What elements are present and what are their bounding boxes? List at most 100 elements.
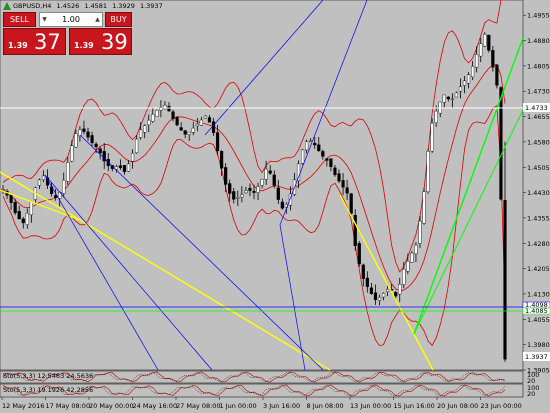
candle-body <box>236 197 240 199</box>
candle-body <box>187 131 191 135</box>
buy-price-box[interactable]: 1.39 39 <box>69 28 132 55</box>
white-line-marker-label: 1.4733 <box>525 104 548 112</box>
candle-body <box>361 264 365 279</box>
candle-body <box>41 175 46 180</box>
time-tick-label: 20 May 00:00 <box>89 402 134 410</box>
candle-body <box>224 167 228 185</box>
candle-body <box>17 211 21 220</box>
candle-body <box>155 110 159 117</box>
price-tick-label: 1.4805 <box>527 62 550 70</box>
price-chart[interactable]: 1.4955 1.4880 1.4805 1.4730 1.4655 1.4580 1.45… <box>0 0 550 413</box>
candle-body <box>300 149 305 164</box>
price-tick-label: 1.4205 <box>527 265 550 273</box>
candle-body <box>139 129 143 138</box>
candle-body <box>248 187 252 191</box>
candle-body <box>195 123 199 127</box>
symbol-name: GBPUSD,H4 <box>13 2 52 10</box>
candle-body <box>13 201 17 213</box>
candle-body <box>9 195 13 203</box>
candle-body <box>244 190 248 194</box>
lot-size-field[interactable]: ▼ 1.00 ▲ <box>39 12 103 27</box>
candle-body <box>479 43 483 57</box>
candle-body <box>450 98 454 100</box>
candle-body <box>398 284 402 295</box>
buy-button[interactable]: BUY <box>105 12 132 27</box>
lot-decrease-icon[interactable]: ▼ <box>40 16 49 23</box>
one-click-trading-icon[interactable] <box>3 2 11 10</box>
price-tick-label: 1.3980 <box>527 341 550 349</box>
candle-body <box>305 141 309 151</box>
candle-body <box>191 127 195 133</box>
lot-increase-icon[interactable]: ▲ <box>93 16 102 23</box>
lot-size-value[interactable]: 1.00 <box>49 15 93 24</box>
candle-body <box>337 173 341 182</box>
candle-body <box>329 158 333 167</box>
price-tick-label: 1.4055 <box>527 316 550 324</box>
price-axis: 1.4955 1.4880 1.4805 1.4730 1.4655 1.4580 1.45… <box>523 12 550 375</box>
candle-body <box>410 252 414 263</box>
candle-body <box>54 195 58 198</box>
candle-body <box>402 269 406 285</box>
sell-price-box[interactable]: 1.39 37 <box>3 28 66 55</box>
candle-body <box>122 165 127 172</box>
price-tick-label: 1.4730 <box>527 88 550 96</box>
candle-body <box>70 145 74 162</box>
candle-body <box>74 133 78 148</box>
candle-body <box>256 186 260 193</box>
candle-body <box>98 148 102 154</box>
candle-body <box>503 199 507 360</box>
time-tick-label: 20 Jun 08:00 <box>437 402 478 410</box>
candle-body <box>296 163 301 181</box>
price-tick-label: 1.4655 <box>527 113 550 121</box>
candle-body <box>240 194 244 198</box>
candle-body <box>369 287 374 294</box>
candle-body <box>418 220 422 244</box>
time-tick-label: 12 May 2016 <box>2 402 44 410</box>
candle-body <box>333 167 337 176</box>
candle-body <box>475 54 479 68</box>
candle-body <box>499 87 503 200</box>
price-tick-label: 1.4355 <box>527 214 550 222</box>
candle-body <box>406 260 410 272</box>
price-tick-label: 1.4130 <box>527 290 550 298</box>
candle-body <box>434 110 438 123</box>
candle-body <box>280 201 284 209</box>
chart-window[interactable]: 1.4955 1.4880 1.4805 1.4730 1.4655 1.4580 1.45… <box>0 0 550 413</box>
candle-body <box>458 86 463 92</box>
low-price: 1.3929 <box>112 2 135 10</box>
candle-body <box>62 179 66 194</box>
sell-button[interactable]: SELL <box>3 12 36 27</box>
time-tick-label: 23 Jun 00:00 <box>481 402 522 410</box>
candle-body <box>134 138 139 153</box>
candle-body <box>430 122 434 152</box>
candle-body <box>199 119 203 126</box>
price-tick-label: 1.4955 <box>527 12 550 20</box>
price-tick-label: 1.4505 <box>527 164 550 172</box>
candle-body <box>143 125 147 133</box>
candle-body <box>483 34 487 47</box>
candle-body <box>373 292 378 300</box>
high-price: 1.4581 <box>84 2 108 10</box>
buy-price-big: 39 <box>101 30 128 54</box>
candle-body <box>37 179 42 186</box>
candle-body <box>353 215 357 246</box>
sell-price-big: 37 <box>34 30 61 54</box>
price-tick-label: 1.4580 <box>527 138 550 146</box>
one-click-trading-panel: SELL ▼ 1.00 ▲ BUY 1.39 37 1.39 39 <box>3 12 132 55</box>
green-line-marker-label: 1.4085 <box>525 307 548 315</box>
candle-body <box>272 174 276 186</box>
candle-body <box>466 74 471 84</box>
candle-body <box>264 168 268 180</box>
current-price-label: 1.3937 <box>525 353 548 361</box>
open-price: 1.4526 <box>56 2 80 10</box>
candle-body <box>317 144 321 152</box>
candle-body <box>211 121 216 133</box>
close-price: 1.3937 <box>139 2 163 10</box>
candle-body <box>94 143 98 148</box>
candle-body <box>175 117 179 126</box>
candle-body <box>454 92 459 98</box>
candle-body <box>118 165 123 168</box>
time-tick-label: 3 Jun 16:00 <box>263 402 300 410</box>
candle-body <box>491 50 495 68</box>
candle-body <box>341 180 345 188</box>
